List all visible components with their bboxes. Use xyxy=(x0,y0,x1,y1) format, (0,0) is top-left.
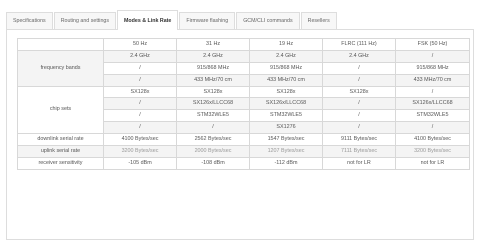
table-cell: 1207 Bytes/sec xyxy=(249,145,323,158)
table-cell: 9111 Bytes/sec xyxy=(322,133,396,147)
table-cell: 915/868 MHz xyxy=(176,61,250,75)
tab-specifications[interactable]: Specifications xyxy=(6,12,53,29)
table-cell: 915/868 MHz xyxy=(395,61,470,75)
table-cell: / xyxy=(395,121,470,135)
table-cell: 3200 Bytes/sec xyxy=(395,145,470,158)
row-label-downlink-serial-rate: downlink serial rate xyxy=(17,133,104,147)
table-cell: / xyxy=(103,97,177,111)
table-cell: / xyxy=(322,121,396,135)
header-cell: FLRC (111 Hz) xyxy=(322,38,396,51)
table-cell: not for LR xyxy=(322,156,396,170)
table-cell: / xyxy=(322,97,396,111)
table-cell: SX128x xyxy=(322,85,396,99)
table-cell: -105 dBm xyxy=(103,156,177,170)
header-cell: 19 Hz xyxy=(249,38,323,51)
table-cell: / xyxy=(103,121,177,135)
table-cell: / xyxy=(322,109,396,123)
table-cell: 2.4 GHz xyxy=(249,49,323,63)
table-cell: 2562 Bytes/sec xyxy=(176,133,250,147)
modes-link-rate-table: 50 Hz 31 Hz 19 Hz FLRC (111 Hz) FSK (50 … xyxy=(17,38,470,170)
table-cell: SX1276 xyxy=(249,121,323,135)
table-cell: / xyxy=(103,73,177,87)
table-cell: / xyxy=(176,121,250,135)
table-cell: not for LR xyxy=(395,156,470,170)
tab-gcm-cli-commands[interactable]: GCM/CLI commands xyxy=(236,12,300,29)
row-label-receiver-sensitivity: receiver sensitivity xyxy=(17,156,104,170)
header-cell: 50 Hz xyxy=(103,38,177,51)
table-cell: / xyxy=(103,61,177,75)
tab-modes-link-rate[interactable]: Modes & Link Rate xyxy=(116,10,179,30)
header-cell xyxy=(17,38,104,51)
table-cell: 3200 Bytes/sec xyxy=(103,145,177,158)
table-row: chip sets SX128x SX128x SX128x SX128x / xyxy=(17,85,470,135)
table-cell: 4100 Bytes/sec xyxy=(395,133,470,147)
tab-bar: Specifications Routing and settings Mode… xyxy=(6,9,474,30)
table-cell: 433 MHz/70 cm xyxy=(395,73,470,87)
table-cell: / xyxy=(322,61,396,75)
table-cell: / xyxy=(322,73,396,87)
table-cell: 2.4 GHz xyxy=(322,49,396,63)
table-cell: SX126x/LLCC68 xyxy=(395,97,470,111)
row-label-frequency-bands: frequency bands xyxy=(17,49,104,87)
row-label-uplink-serial-rate: uplink serial rate xyxy=(17,145,104,158)
header-cell: 31 Hz xyxy=(176,38,250,51)
tab-routing-and-settings[interactable]: Routing and settings xyxy=(53,12,116,29)
table-cell: SX128x xyxy=(176,85,250,99)
table-row: downlink serial rate 4100 Bytes/sec 2562… xyxy=(17,133,470,147)
table-cell: STM32WLE5 xyxy=(176,109,250,123)
tab-resellers[interactable]: Resellers xyxy=(300,12,337,29)
table-cell: -112 dBm xyxy=(249,156,323,170)
table-row: receiver sensitivity -105 dBm -108 dBm -… xyxy=(17,156,470,170)
table-cell: 433 MHz/70 cm xyxy=(249,73,323,87)
table-cell: / xyxy=(395,85,470,99)
table-cell: SX128x xyxy=(249,85,323,99)
tab-firmware-flashing[interactable]: Firmware flashing xyxy=(179,12,236,29)
table-cell: 2.4 GHz xyxy=(103,49,177,63)
table-cell: STM32WLE5 xyxy=(395,109,470,123)
table-cell: / xyxy=(103,109,177,123)
table-cell: SX126x/LLCC68 xyxy=(249,97,323,111)
row-label-chip-sets: chip sets xyxy=(17,85,104,135)
table-cell: -108 dBm xyxy=(176,156,250,170)
tab-panel: 50 Hz 31 Hz 19 Hz FLRC (111 Hz) FSK (50 … xyxy=(6,29,474,240)
table-cell: 2.4 GHz xyxy=(176,49,250,63)
table-cell: 4100 Bytes/sec xyxy=(103,133,177,147)
table-cell: 433 MHz/70 cm xyxy=(176,73,250,87)
table-row: frequency bands 2.4 GHz 2.4 GHz 2.4 GHz … xyxy=(17,49,470,87)
table-cell: SX128x xyxy=(103,85,177,99)
header-cell: FSK (50 Hz) xyxy=(395,38,470,51)
table-cell: SX126x/LLCC68 xyxy=(176,97,250,111)
table-cell: STM32WLE5 xyxy=(249,109,323,123)
table-cell: 915/868 MHz xyxy=(249,61,323,75)
table-row: uplink serial rate 3200 Bytes/sec 2000 B… xyxy=(17,145,470,158)
table-cell: 2000 Bytes/sec xyxy=(176,145,250,158)
table-header-row: 50 Hz 31 Hz 19 Hz FLRC (111 Hz) FSK (50 … xyxy=(17,38,470,51)
table-cell: / xyxy=(395,49,470,63)
table-cell: 7111 Bytes/sec xyxy=(322,145,396,158)
table-cell: 1547 Bytes/sec xyxy=(249,133,323,147)
